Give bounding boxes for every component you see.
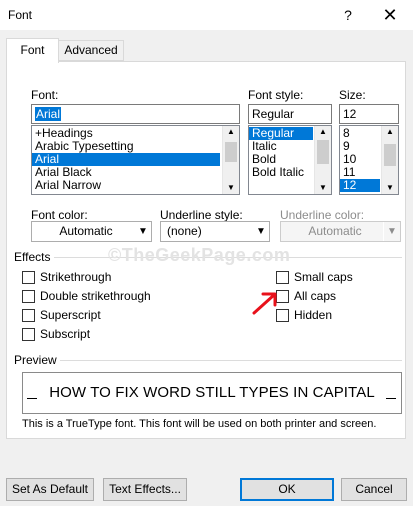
font-color-value: Automatic [59,224,113,238]
preview-text: HOW TO FIX WORD STILL TYPES IN CAPITAL [49,384,375,401]
small-caps-checkbox[interactable]: Small caps [276,270,353,284]
checkbox-label: Small caps [294,270,353,284]
scroll-up-icon[interactable]: ▲ [315,126,331,138]
size-label: Size: [339,88,366,102]
scroll-thumb[interactable] [384,144,396,166]
list-item[interactable]: Arabic Typesetting [32,140,239,153]
scroll-up-icon[interactable]: ▲ [223,126,239,138]
underline-color-value: Automatic [308,224,362,238]
scroll-thumb[interactable] [317,140,329,164]
checkbox-label: Double strikethrough [40,289,151,303]
scroll-down-icon[interactable]: ▼ [315,182,331,194]
hidden-checkbox[interactable]: Hidden [276,308,332,322]
underline-style-value: (none) [167,224,202,238]
underline-color-dropdown: Automatic ▼ [280,221,401,242]
size-list-scrollbar[interactable]: ▲ ▼ [381,126,398,194]
scroll-down-icon[interactable]: ▼ [382,182,398,194]
size-list[interactable]: 8 9 10 11 12 ▲ ▼ [339,125,399,195]
font-style-list-scrollbar[interactable]: ▲ ▼ [314,126,331,194]
preview-divider [60,360,402,361]
checkbox-label: Hidden [294,308,333,322]
font-color-label: Font color: [31,208,88,222]
subscript-checkbox[interactable]: Subscript [22,327,90,341]
font-style-label: Font style: [248,88,304,102]
all-caps-checkbox[interactable]: All caps [276,289,336,303]
checkbox-label: Subscript [40,327,91,341]
checkbox-box[interactable] [22,327,35,341]
strikethrough-checkbox[interactable]: Strikethrough [22,270,111,284]
watermark: ©TheGeekPage.com [108,245,291,265]
checkbox-box[interactable] [22,308,35,322]
font-list-scrollbar[interactable]: ▲ ▼ [222,126,239,194]
checkbox-box[interactable] [22,270,35,284]
font-list[interactable]: +Headings Arabic Typesetting Arial Arial… [31,125,240,195]
size-input[interactable]: 12 [339,104,399,124]
chevron-down-icon: ▼ [383,222,400,241]
list-item[interactable]: 12 [340,179,380,192]
annotation-arrow-icon [252,292,277,315]
checkbox-box[interactable] [276,270,289,284]
underline-style-label: Underline style: [160,208,243,222]
effects-label: Effects [14,250,51,264]
preview-label: Preview [14,353,57,367]
font-input-value: Arial [35,107,62,121]
cancel-button[interactable]: Cancel [341,478,407,501]
font-label: Font: [31,88,59,102]
double-strikethrough-checkbox[interactable]: Double strikethrough [22,289,151,303]
chevron-down-icon: ▼ [134,222,151,241]
text-effects-button[interactable]: Text Effects... [103,478,187,501]
dialog-content: Font: Arial +Headings Arabic Typesetting… [0,0,413,506]
checkbox-label: Superscript [40,308,101,322]
list-item[interactable]: Arial Narrow [32,179,239,192]
scroll-up-icon[interactable]: ▲ [382,126,398,138]
ok-button[interactable]: OK [240,478,334,501]
scroll-down-icon[interactable]: ▼ [223,182,239,194]
checkbox-box[interactable] [22,289,35,303]
underline-color-label: Underline color: [280,208,365,222]
checkbox-label: Strikethrough [40,270,112,284]
font-style-list[interactable]: Regular Italic Bold Bold Italic ▲ ▼ [248,125,332,195]
checkbox-label: All caps [294,289,337,303]
superscript-checkbox[interactable]: Superscript [22,308,101,322]
chevron-down-icon: ▼ [252,222,269,241]
set-as-default-button[interactable]: Set As Default [6,478,94,501]
truetype-note: This is a TrueType font. This font will … [22,418,377,430]
font-color-dropdown[interactable]: Automatic ▼ [31,221,152,242]
font-input[interactable]: Arial [31,104,240,124]
scroll-thumb[interactable] [225,142,237,162]
font-style-input[interactable]: Regular [248,104,332,124]
underline-style-dropdown[interactable]: (none) ▼ [160,221,270,242]
